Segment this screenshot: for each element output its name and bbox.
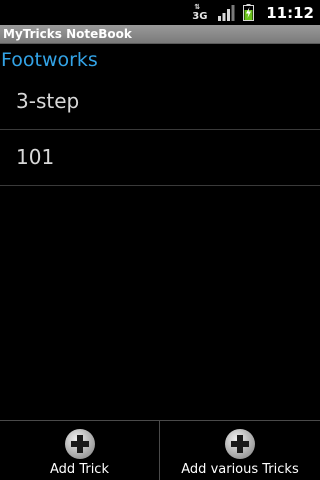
app-title: MyTricks NoteBook: [3, 27, 132, 41]
status-icons: ⇅ 3G 11:12: [192, 0, 320, 25]
plus-circle-icon: [64, 429, 95, 459]
status-bar: ⇅ 3G 11:12: [0, 0, 320, 25]
screen: ⇅ 3G 11:12 MyTricks NoteBook Footworks 3…: [0, 0, 320, 480]
network-arrows: ⇅: [194, 2, 202, 11]
add-various-tricks-button[interactable]: Add various Tricks: [160, 421, 320, 480]
trick-list: 3-step 101: [0, 74, 320, 186]
list-item-label: 101: [16, 145, 55, 169]
network-3g-icon: ⇅ 3G: [192, 2, 208, 22]
add-various-tricks-label: Add various Tricks: [181, 462, 299, 477]
section-title: Footworks: [1, 49, 98, 71]
title-bar: MyTricks NoteBook: [0, 25, 320, 44]
network-type-label: 3G: [192, 10, 208, 22]
battery-charging-icon: [243, 4, 255, 21]
add-trick-label: Add Trick: [50, 462, 109, 477]
bottom-action-bar: Add Trick Add various Tricks: [0, 420, 320, 480]
plus-circle-icon: [225, 429, 255, 459]
add-trick-button[interactable]: Add Trick: [0, 421, 160, 480]
clock: 11:12: [266, 3, 314, 22]
list-item[interactable]: 101: [0, 130, 320, 186]
signal-icon: [218, 4, 235, 21]
list-item[interactable]: 3-step: [0, 74, 320, 130]
list-item-label: 3-step: [16, 89, 80, 113]
